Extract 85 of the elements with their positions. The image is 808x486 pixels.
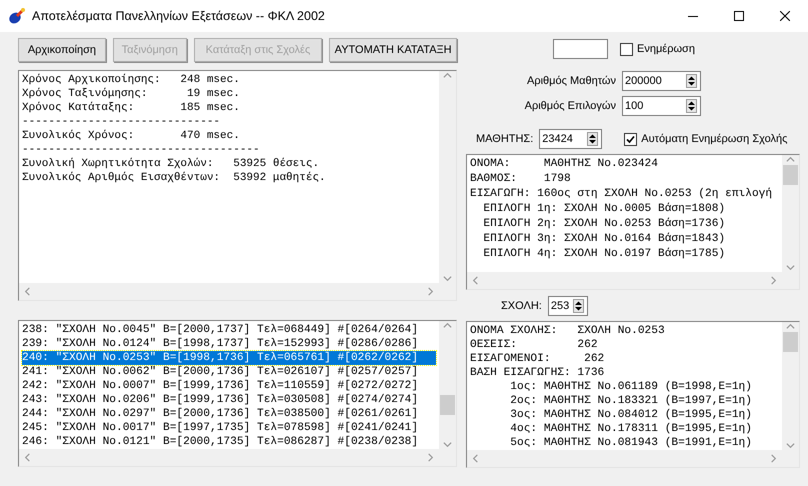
scroll-up-icon[interactable] [786, 322, 795, 331]
spin-arrows-icon[interactable] [686, 74, 697, 88]
field-label: ΜΑΘΗΤΗΣ: [476, 133, 534, 145]
school-list-row[interactable]: 246: "ΣΧΟΛΗ No.0121" B=[2000,1735] Τελ=086287] #[0238/0238] [22, 435, 436, 449]
info-line: 1ος: ΜΑΘΗΤΗΣ No.061189 (B=1998,E=1η) [509, 380, 753, 394]
scroll-thumb[interactable] [783, 332, 798, 352]
log-line: Χρόνος Αρχικοποίησης: 248 msec. [22, 73, 241, 87]
scroll-down-icon[interactable] [443, 274, 452, 283]
scroll-right-icon[interactable] [769, 454, 778, 463]
info-line: 3ος: ΜΑΘΗΤΗΣ No.084012 (B=1995,E=1η) [509, 408, 753, 422]
info-line: ΟΝΟΜΑ: ΜΑΘΗΤΗΣ No.023424 [470, 157, 659, 172]
school-list-row[interactable]: 243: "ΣΧΟΛΗ No.0206" B=[1999,1736] Τελ=030508] #[0274/0274] [22, 393, 436, 407]
school-list-row[interactable]: 244: "ΣΧΟΛΗ No.0297" B=[2000,1736] Τελ=038500] #[0261/0261] [22, 407, 436, 421]
log-line: Χρόνος Ταξινόμησης: 19 msec. [22, 87, 241, 101]
checkbox-label: Ενημέρωση [637, 43, 695, 55]
info-line: ΟΝΟΜΑ ΣΧΟΛΗΣ: ΣΧΟΛΗ No.0253 [470, 324, 666, 338]
scroll-right-icon[interactable] [426, 287, 435, 296]
info-line: 2ος: ΜΑΘΗΤΗΣ No.183321 (B=1997,E=1η) [509, 394, 753, 408]
scroll-down-icon[interactable] [443, 440, 452, 449]
checkbox[interactable]: Ενημέρωση [620, 42, 695, 56]
action-button[interactable]: ΑΥΤΟΜΑΤΗ ΚΑΤΑΤΑΞΗ [329, 38, 457, 62]
school-list-row[interactable]: 242: "ΣΧΟΛΗ No.0007" B=[1999,1736] Τελ=110559] #[0272/0272] [22, 379, 436, 393]
info-line: ΕΙΣΑΓΟΜΕΝΟΙ: 262 [470, 352, 606, 366]
vertical-scrollbar[interactable] [439, 71, 456, 283]
scroll-down-icon[interactable] [786, 441, 795, 450]
log-line: ------------------------------ [22, 115, 222, 129]
log-line: Συνολικός Αριθμός Εισαχθέντων: 53992 μαθητές. [22, 171, 327, 185]
checkbox[interactable]: Αυτόματη Ενημέρωση Σχολής [624, 132, 788, 146]
info-line: ΕΙΣΑΓΩΓΗ: 160ος στη ΣΧΟΛΗ No.0253 (2η επιλογή [470, 187, 774, 202]
info-line: ΒΑΣΗ ΕΙΣΑΓΩΓΗΣ: 1736 [470, 366, 606, 380]
scroll-left-icon[interactable] [471, 276, 480, 285]
scroll-right-icon[interactable] [769, 276, 778, 285]
info-line: ΕΠΙΛΟΓΗ 4η: ΣΧΟΛΗ No.0197 Βάση=1785) [482, 247, 726, 262]
checkbox-box[interactable] [620, 42, 633, 56]
school-list-row[interactable]: 245: "ΣΧΟΛΗ No.0017" B=[1997,1735] Τελ=078598] #[0241/0241] [22, 421, 436, 435]
school-list-row[interactable]: 238: "ΣΧΟΛΗ No.0045" B=[2000,1737] Τελ=068449] #[0264/0264] [22, 323, 436, 337]
checkbox-box[interactable] [624, 132, 638, 146]
scroll-down-icon[interactable] [786, 263, 795, 272]
info-line: 5ος: ΜΑΘΗΤΗΣ No.081943 (B=1991,E=1η) [509, 436, 753, 450]
school-list-row[interactable]: 239: "ΣΧΟΛΗ No.0124" B=[1998,1737] Τελ=152993] #[0286/0286] [22, 337, 436, 351]
scroll-left-icon[interactable] [23, 453, 32, 462]
spin-arrows-icon[interactable] [686, 99, 697, 113]
action-button[interactable]: Αρχικοποίηση [18, 38, 106, 62]
student-spin-field[interactable]: 23424 [539, 129, 602, 149]
spin-arrows-icon[interactable] [572, 299, 584, 313]
scroll-right-icon[interactable] [426, 453, 435, 462]
vertical-scrollbar[interactable] [439, 321, 456, 449]
log-line: Συνολικός Χρόνος: 470 msec. [22, 129, 241, 143]
info-line: ΕΠΙΛΟΓΗ 2η: ΣΧΟΛΗ No.0253 Βάση=1736) [482, 217, 726, 232]
info-line: ΒΑΘΜΟΣ: 1798 [470, 172, 572, 187]
field-label: Αριθμός Επιλογών [524, 100, 616, 112]
close-icon [780, 11, 790, 21]
horizontal-scrollbar[interactable] [19, 283, 439, 300]
scroll-left-icon[interactable] [471, 454, 480, 463]
scroll-up-icon[interactable] [443, 71, 452, 80]
field-label: ΣΧΟΛΗ: [501, 300, 542, 312]
choices-spin-field[interactable]: 100 [622, 96, 701, 116]
maximize-icon [734, 11, 744, 21]
scroll-thumb[interactable] [440, 395, 455, 415]
window-title: Αποτελέσματα Πανελληνίων Εξετάσεων -- ΦΚΛ 2002 [32, 9, 326, 23]
app-icon [8, 7, 26, 25]
scroll-left-icon[interactable] [23, 287, 32, 296]
spin-arrows-icon[interactable] [587, 132, 598, 146]
field-label: Αριθμός Μαθητών [526, 75, 616, 87]
horizontal-scrollbar[interactable] [467, 450, 782, 467]
text-field[interactable] [553, 39, 608, 59]
horizontal-scrollbar[interactable] [467, 272, 782, 289]
log-line: ------------------------------------ [22, 143, 261, 157]
checkbox-label: Αυτόματη Ενημέρωση Σχολής [641, 133, 788, 145]
vertical-scrollbar[interactable] [782, 155, 799, 272]
school-list-row[interactable]: 240: "ΣΧΟΛΗ No.0253" B=[1998,1736] Τελ=065761] #[0262/0262] [22, 351, 436, 365]
info-line: 4ος: ΜΑΘΗΤΗΣ No.178311 (B=1995,E=1η) [509, 422, 753, 436]
horizontal-scrollbar[interactable] [19, 449, 439, 466]
log-line: Χρόνος Κατάταξης: 185 msec. [22, 101, 241, 115]
students-spin-field[interactable]: 200000 [622, 71, 701, 91]
info-line: ΕΠΙΛΟΓΗ 1η: ΣΧΟΛΗ No.0005 Βάση=1808) [482, 202, 726, 217]
info-line: ΘΕΣΕΙΣ: 262 [470, 338, 599, 352]
school-list-row[interactable]: 241: "ΣΧΟΛΗ No.0062" B=[2000,1736] Τελ=026107] #[0257/0257] [22, 365, 436, 379]
scroll-thumb[interactable] [783, 165, 798, 185]
vertical-scrollbar[interactable] [782, 322, 799, 450]
log-line: Συνολική Χωρητικότητα Σχολών: 53925 θέσεις. [22, 157, 320, 171]
info-line: ΕΠΙΛΟΓΗ 3η: ΣΧΟΛΗ No.0164 Βάση=1843) [482, 232, 726, 247]
scroll-up-icon[interactable] [786, 155, 795, 164]
school-spin-field[interactable]: 253 [548, 296, 588, 316]
scroll-up-icon[interactable] [443, 321, 452, 330]
